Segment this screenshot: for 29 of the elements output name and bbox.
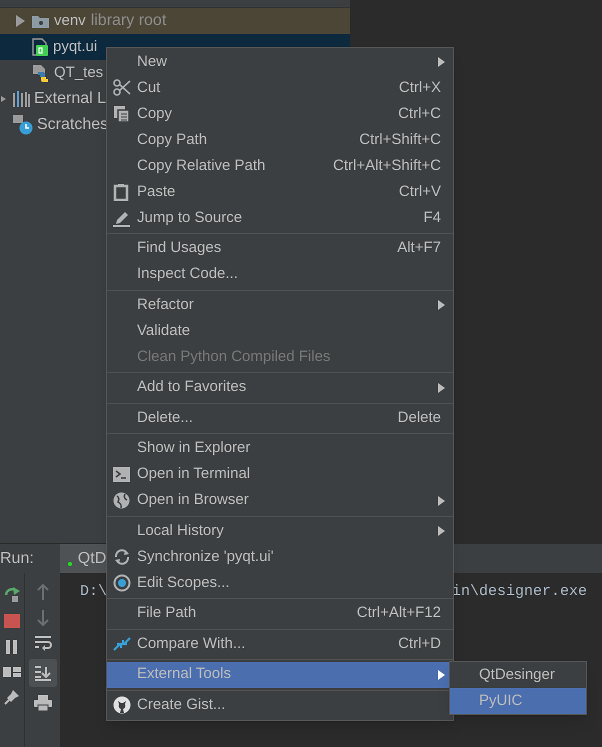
- menu-item-label: Copy Relative Path: [137, 156, 266, 176]
- shortcut-label: Alt+F7: [397, 238, 441, 258]
- console-text: in\designer.exe: [452, 582, 588, 602]
- shortcut-label: Ctrl+C: [398, 104, 441, 124]
- menu-item-label: Cut: [137, 78, 162, 98]
- file-name: pyqt.ui: [53, 36, 98, 57]
- menu-item-label: Compare With...: [137, 634, 246, 654]
- shortcut-label: Ctrl+D: [398, 634, 441, 654]
- shortcut-label: Ctrl+Alt+F12: [356, 603, 441, 624]
- file-name: QT_tes: [54, 62, 104, 83]
- shortcut-label: Delete: [398, 408, 441, 428]
- shortcut-label: Ctrl+Shift+C: [359, 130, 441, 150]
- shortcut-label: Ctrl+Alt+Shift+C: [333, 156, 441, 176]
- menu-item-label: Copy Path: [137, 130, 208, 150]
- menu-item-label: Find Usages: [137, 238, 222, 258]
- menu-item-label: Delete...: [137, 408, 194, 428]
- menu-item-label: Paste: [137, 182, 176, 202]
- shortcut-label: Ctrl+X: [398, 78, 441, 98]
- file-name: venv: [54, 10, 86, 31]
- panel-title: Run:: [0, 548, 35, 568]
- file-annotation: library root: [90, 11, 166, 31]
- menu-item-label: Copy: [137, 104, 174, 124]
- console-text: D:\: [80, 582, 108, 602]
- tree-label: External L: [34, 89, 106, 109]
- shortcut-label: F4: [423, 208, 441, 228]
- menu-item-label: Jump to Source: [137, 208, 244, 228]
- shortcut-label: Ctrl+V: [398, 182, 441, 202]
- menu-item-label: File Path: [137, 603, 198, 624]
- tree-label: Scratches: [37, 115, 108, 135]
